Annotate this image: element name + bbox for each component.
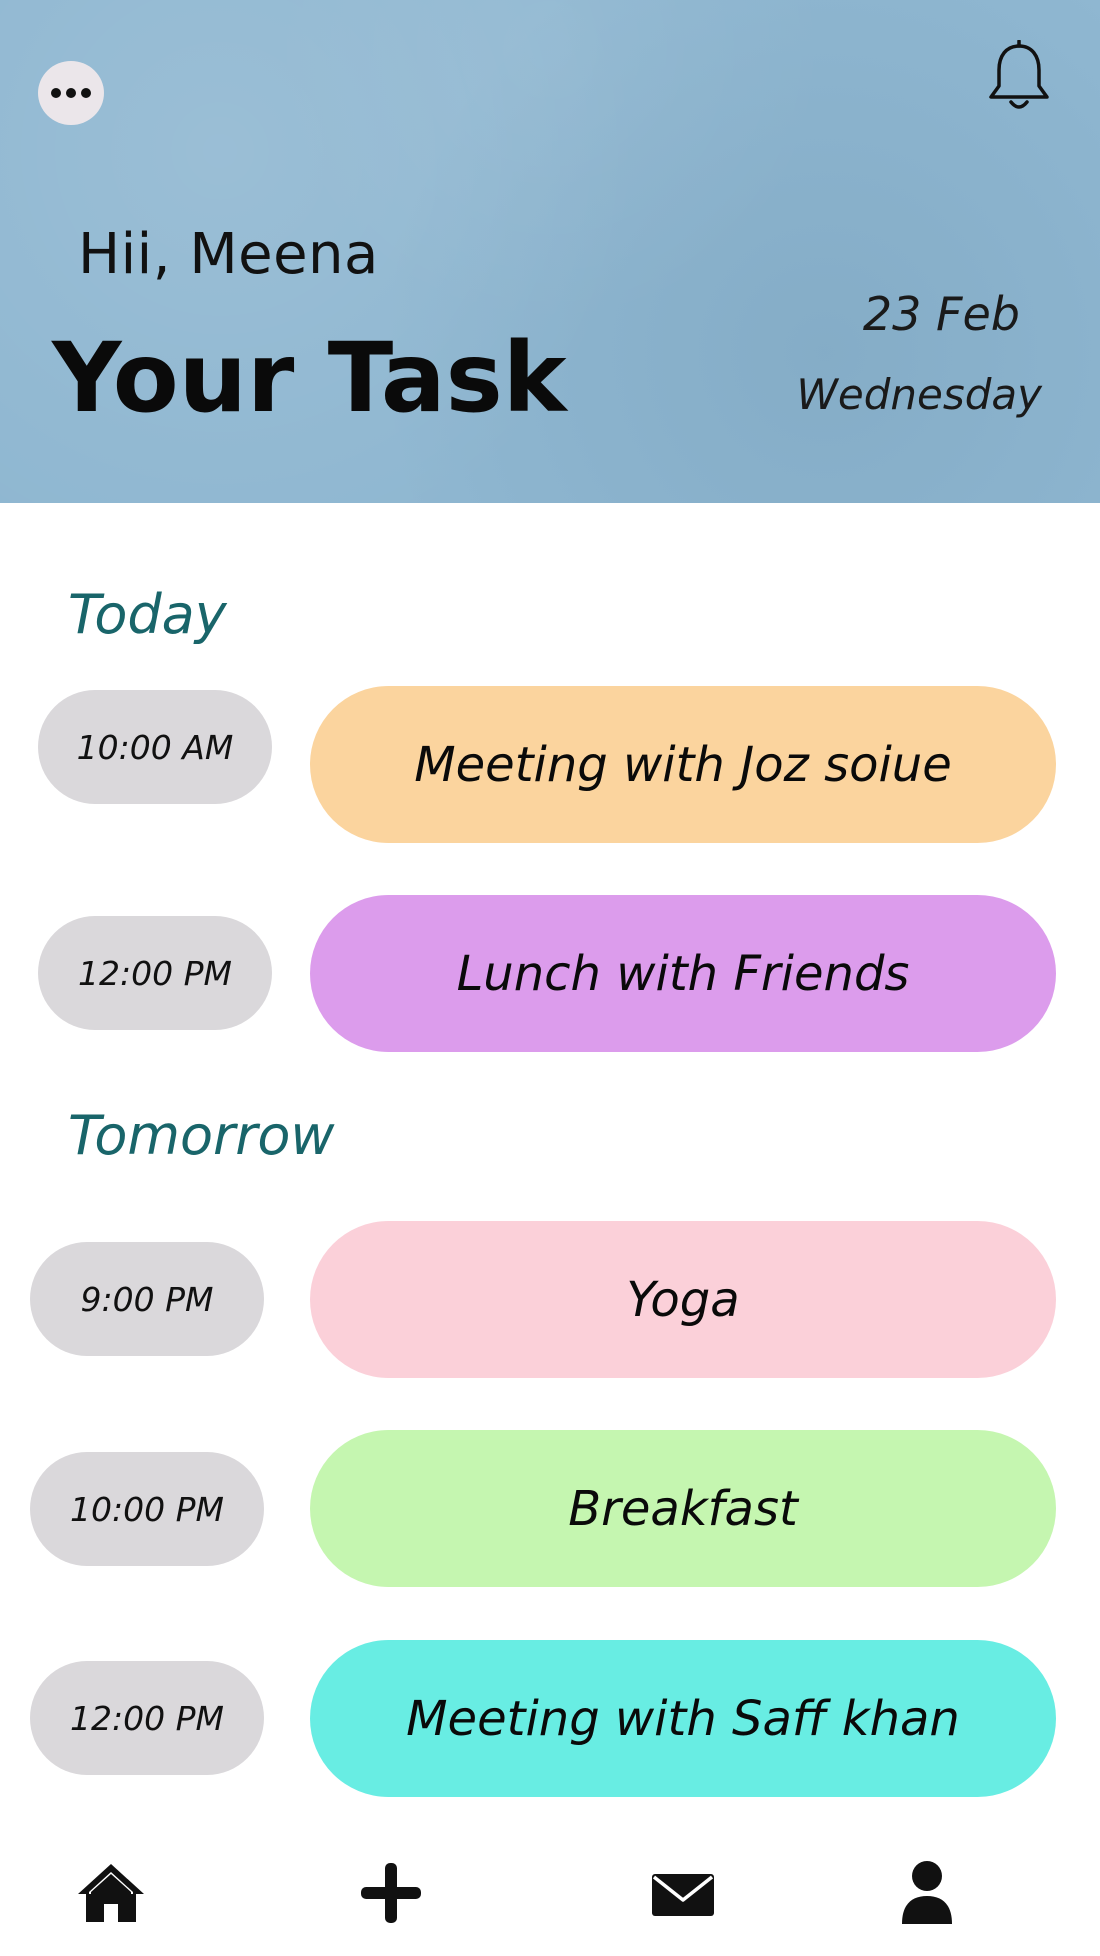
task-item[interactable]: Yoga (310, 1221, 1056, 1378)
more-horizontal-icon (51, 88, 91, 98)
task-label: Yoga (626, 1271, 740, 1328)
greeting-text: Hii, Meena (78, 222, 379, 287)
bell-icon[interactable] (986, 40, 1052, 114)
task-label: Breakfast (568, 1480, 798, 1537)
mail-icon (652, 1874, 714, 1916)
task-time: 12:00 PM (38, 916, 272, 1030)
bottom-nav (0, 1840, 1100, 1956)
task-time: 10:00 PM (30, 1452, 264, 1566)
date-day: 23 Feb (862, 287, 1020, 341)
user-icon (902, 1861, 952, 1924)
home-icon (78, 1864, 144, 1922)
task-item[interactable]: Meeting with Joz soiue (310, 686, 1056, 843)
task-time: 12:00 PM (30, 1661, 264, 1775)
section-title-tomorrow: Tomorrow (68, 1104, 335, 1167)
more-menu-button[interactable] (38, 61, 104, 125)
nav-profile[interactable] (892, 1858, 962, 1928)
task-item[interactable]: Meeting with Saff khan (310, 1640, 1056, 1797)
task-time: 10:00 AM (38, 690, 272, 804)
task-label: Lunch with Friends (456, 945, 910, 1002)
page-title: Your Task (52, 322, 567, 434)
section-title-today: Today (68, 583, 227, 646)
task-label: Meeting with Saff khan (406, 1690, 960, 1747)
task-label: Meeting with Joz soiue (414, 736, 952, 793)
nav-add[interactable] (356, 1858, 426, 1928)
nav-home[interactable] (76, 1858, 146, 1928)
task-item[interactable]: Breakfast (310, 1430, 1056, 1587)
date-weekday: Wednesday (796, 370, 1042, 419)
nav-messages[interactable] (648, 1858, 718, 1928)
header-banner: Hii, Meena Your Task 23 Feb Wednesday (0, 0, 1100, 503)
plus-icon (361, 1863, 421, 1923)
task-time: 9:00 PM (30, 1242, 264, 1356)
task-item[interactable]: Lunch with Friends (310, 895, 1056, 1052)
